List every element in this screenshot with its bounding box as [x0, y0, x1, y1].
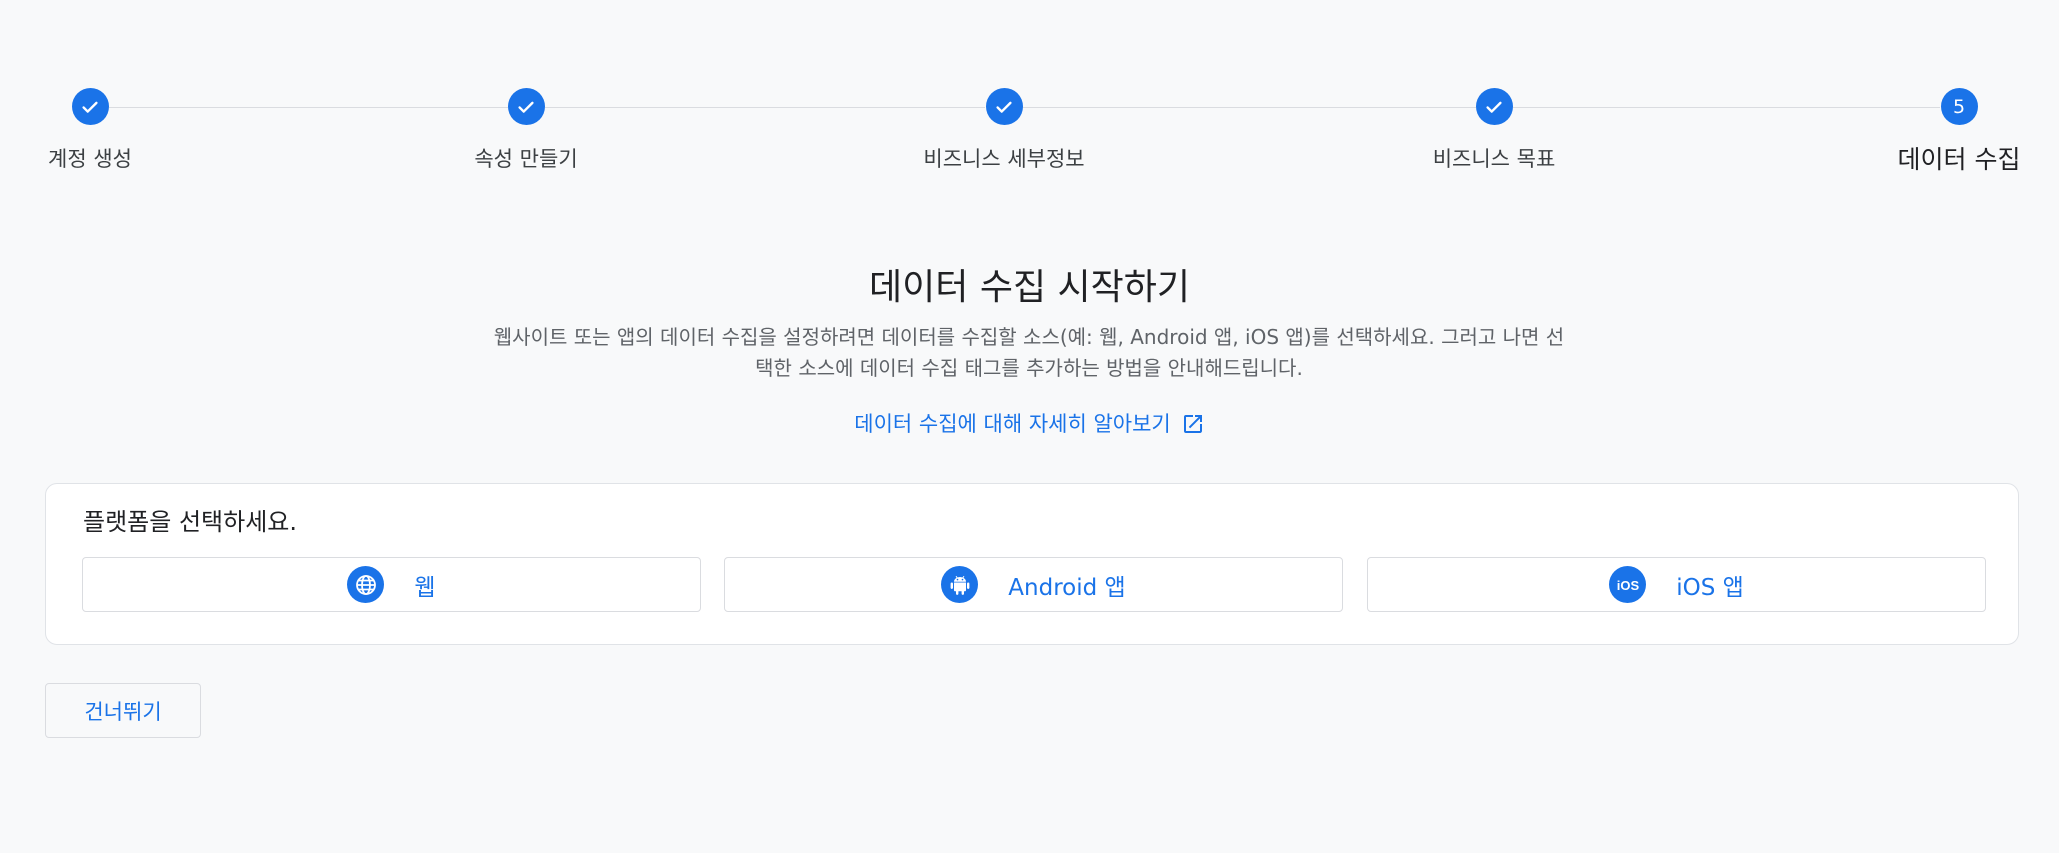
- ios-icon: iOS: [1609, 566, 1647, 603]
- check-icon: [985, 88, 1023, 125]
- step-number: 5: [1940, 88, 1978, 125]
- description-line: 웹사이트 또는 앱의 데이터 수집을 설정하려면 데이터를 수집할 소스(예: …: [493, 325, 1565, 349]
- page-title: 데이터 수집 시작하기: [869, 267, 1190, 308]
- step-data-collection: 5 데이터 수집: [1809, 88, 2059, 176]
- check-icon: [507, 88, 545, 125]
- globe-icon: [347, 566, 385, 603]
- learn-more-link[interactable]: 데이터 수집에 대해 자세히 알아보기: [0, 408, 2059, 438]
- platform-card: 플랫폼을 선택하세요. 웹 Android 앱 iOS iOS 앱: [45, 483, 2019, 645]
- step-business-details: 비즈니스 세부정보: [854, 88, 1154, 173]
- android-icon: [941, 566, 979, 603]
- platform-label: 웹: [414, 574, 436, 601]
- page-description: 웹사이트 또는 앱의 데이터 수집을 설정하려면 데이터를 수집할 소스(예: …: [429, 322, 1629, 384]
- step-label: 비즈니스 세부정보: [923, 147, 1085, 171]
- platform-card-title: 플랫폼을 선택하세요.: [83, 508, 297, 536]
- web-platform-button[interactable]: 웹: [82, 557, 701, 612]
- ios-platform-button[interactable]: iOS iOS 앱: [1367, 557, 1986, 612]
- open-in-new-icon: [1183, 415, 1202, 433]
- step-label: 계정 생성: [48, 147, 132, 171]
- learn-more-label[interactable]: 데이터 수집에 대해 자세히 알아보기: [854, 412, 1171, 436]
- platform-label: Android 앱: [1008, 574, 1126, 601]
- setup-stepper: 계정 생성 속성 만들기 비즈니스 세부정보 비즈니스 목표 5 데이터 수집: [0, 0, 2059, 200]
- check-icon: [1475, 88, 1513, 125]
- step-label: 비즈니스 목표: [1432, 147, 1556, 171]
- step-business-objectives: 비즈니스 목표: [1344, 88, 1644, 173]
- android-platform-button[interactable]: Android 앱: [724, 557, 1343, 612]
- description-line: 택한 소스에 데이터 수집 태그를 추가하는 방법을 안내해드립니다.: [755, 356, 1303, 380]
- platform-label: iOS 앱: [1676, 574, 1744, 601]
- step-label: 데이터 수집: [1897, 145, 2021, 174]
- step-label: 속성 만들기: [474, 147, 578, 171]
- step-account-creation: 계정 생성: [0, 88, 240, 173]
- svg-text:iOS: iOS: [1617, 578, 1640, 593]
- skip-button[interactable]: 건너뛰기: [45, 683, 201, 738]
- check-icon: [71, 88, 109, 125]
- step-create-property: 속성 만들기: [376, 88, 676, 173]
